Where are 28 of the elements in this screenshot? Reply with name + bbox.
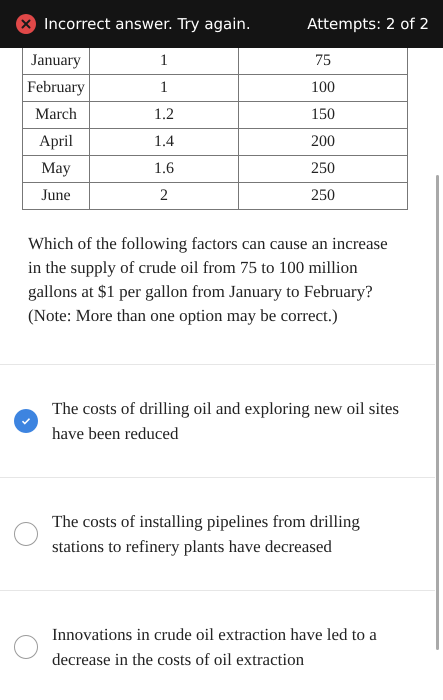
table-cell: 250 xyxy=(238,156,408,182)
table-cell: 2 xyxy=(90,182,238,210)
table-cell: 1 xyxy=(90,74,238,102)
radio-button[interactable] xyxy=(14,635,38,659)
table-cell: 200 xyxy=(238,128,408,156)
question-text: Which of the following factors can cause an increase in the supply of crude oil from 75 to 100 million gallons at $1 per gallon from January to February? (Note: More than one option may be correct.) xyxy=(28,233,389,327)
table-cell: June xyxy=(22,182,90,210)
table-cell: February xyxy=(22,74,90,102)
option-text: The costs of installing pipelines from drilling stations to refinery plants have decreased xyxy=(52,511,361,558)
feedback-message: Incorrect answer. Try again. xyxy=(44,15,252,33)
table-cell: January xyxy=(22,48,90,74)
scrollbar[interactable] xyxy=(436,175,439,650)
table-cell: May xyxy=(22,156,90,182)
option-text: Innovations in crude oil extraction have led to a decrease in the costs of oil extraction xyxy=(52,624,378,671)
radio-button[interactable] xyxy=(14,522,38,546)
table-cell: April xyxy=(22,128,90,156)
table-cell: 1.6 xyxy=(90,156,238,182)
table-cell: 100 xyxy=(238,74,408,102)
table-cell: 1 xyxy=(90,48,238,74)
checked-radio[interactable] xyxy=(14,409,38,433)
table-cell: March xyxy=(22,102,90,128)
table-cell: 75 xyxy=(238,48,408,74)
table-cell: 150 xyxy=(238,102,408,128)
table-cell: 1.2 xyxy=(90,102,238,128)
table-cell: 1.4 xyxy=(90,128,238,156)
option-text: The costs of drilling oil and exploring new oil sites have been reduced xyxy=(52,398,400,445)
table-cell: 250 xyxy=(238,182,408,210)
attempts-count: Attempts: 2 of 2 xyxy=(307,15,429,33)
